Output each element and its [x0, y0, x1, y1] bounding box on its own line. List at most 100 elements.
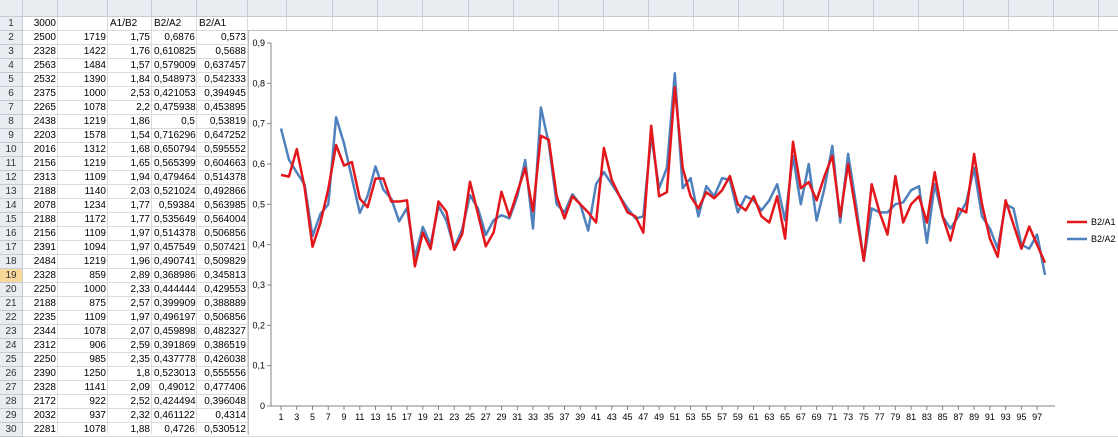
- data-cell[interactable]: 0,437778: [152, 353, 197, 367]
- data-cell[interactable]: 0,396048: [197, 395, 248, 409]
- data-cell[interactable]: 0,610825: [152, 45, 197, 59]
- data-cell[interactable]: 1219: [58, 157, 108, 171]
- row-header[interactable]: 28: [0, 395, 23, 409]
- data-cell[interactable]: 1,97: [108, 311, 152, 325]
- data-cell[interactable]: 1109: [58, 311, 108, 325]
- data-cell[interactable]: 1219: [58, 255, 108, 269]
- column-header-y[interactable]: [1099, 0, 1118, 17]
- data-cell[interactable]: 0,457549: [152, 241, 197, 255]
- data-cell[interactable]: 2,33: [108, 283, 152, 297]
- data-cell[interactable]: 1,54: [108, 129, 152, 143]
- data-cell[interactable]: 0,555556: [197, 367, 248, 381]
- data-cell[interactable]: 2016: [23, 143, 58, 157]
- row-header[interactable]: 25: [0, 353, 23, 367]
- data-cell[interactable]: 0,429553: [197, 283, 248, 297]
- header-cell[interactable]: B2/A1: [197, 17, 248, 31]
- data-cell[interactable]: 2532: [23, 73, 58, 87]
- data-cell[interactable]: 1,76: [108, 45, 152, 59]
- column-header-m[interactable]: [559, 0, 604, 17]
- data-cell[interactable]: 1,8: [108, 367, 152, 381]
- row-header[interactable]: 6: [0, 87, 23, 101]
- data-cell[interactable]: 0,542333: [197, 73, 248, 87]
- data-cell[interactable]: 0,4314: [197, 409, 248, 423]
- row-header[interactable]: 13: [0, 185, 23, 199]
- row-header[interactable]: 21: [0, 297, 23, 311]
- data-cell[interactable]: 0,59384: [152, 199, 197, 213]
- row-header[interactable]: 12: [0, 171, 23, 185]
- column-header-n[interactable]: [604, 0, 649, 17]
- data-cell[interactable]: 2328: [23, 381, 58, 395]
- data-cell[interactable]: 0,506856: [197, 227, 248, 241]
- data-cell[interactable]: 1000: [58, 87, 108, 101]
- data-cell[interactable]: 906: [58, 339, 108, 353]
- data-cell[interactable]: 0,386519: [197, 339, 248, 353]
- data-cell[interactable]: 0,496197: [152, 311, 197, 325]
- data-cell[interactable]: 1094: [58, 241, 108, 255]
- data-cell[interactable]: 2265: [23, 101, 58, 115]
- column-header-r[interactable]: [784, 0, 829, 17]
- line-chart[interactable]: 0 0,1 0,2 0,3 0,4 0,5 0,6 0,7 0,8 0,9 1 3 5 7 9 11 13 15 1…: [248, 30, 1118, 435]
- data-cell[interactable]: 1,84: [108, 73, 152, 87]
- data-cell[interactable]: 1141: [58, 381, 108, 395]
- data-cell[interactable]: 1109: [58, 171, 108, 185]
- data-cell[interactable]: 0,650794: [152, 143, 197, 157]
- data-cell[interactable]: 2203: [23, 129, 58, 143]
- data-cell[interactable]: 0,564004: [197, 213, 248, 227]
- data-cell[interactable]: 3000: [23, 17, 58, 31]
- data-cell[interactable]: 0,391869: [152, 339, 197, 353]
- column-header-l[interactable]: [514, 0, 559, 17]
- data-cell[interactable]: 2328: [23, 269, 58, 283]
- row-header[interactable]: 11: [0, 157, 23, 171]
- data-cell[interactable]: 2,35: [108, 353, 152, 367]
- column-header-e[interactable]: [197, 0, 248, 17]
- data-cell[interactable]: 1719: [58, 31, 108, 45]
- data-cell[interactable]: 0,579009: [152, 59, 197, 73]
- data-cell[interactable]: 0,399909: [152, 297, 197, 311]
- data-cell[interactable]: 0,394945: [197, 87, 248, 101]
- data-cell[interactable]: 937: [58, 409, 108, 423]
- data-cell[interactable]: 1,77: [108, 199, 152, 213]
- data-cell[interactable]: 2,03: [108, 185, 152, 199]
- data-cell[interactable]: 2563: [23, 59, 58, 73]
- data-cell[interactable]: 0,5688: [197, 45, 248, 59]
- data-cell[interactable]: 2281: [23, 423, 58, 437]
- data-cell[interactable]: 0,444444: [152, 283, 197, 297]
- data-cell[interactable]: 2250: [23, 353, 58, 367]
- column-header-v[interactable]: [964, 0, 1009, 17]
- data-cell[interactable]: 2312: [23, 339, 58, 353]
- data-cell[interactable]: 2,89: [108, 269, 152, 283]
- data-cell[interactable]: 875: [58, 297, 108, 311]
- data-cell[interactable]: 0,6876: [152, 31, 197, 45]
- data-cell[interactable]: 1250: [58, 367, 108, 381]
- data-cell[interactable]: 0,461122: [152, 409, 197, 423]
- data-cell[interactable]: 0,490741: [152, 255, 197, 269]
- row-header[interactable]: 5: [0, 73, 23, 87]
- header-cell[interactable]: A1/B2: [108, 17, 152, 31]
- column-header-d[interactable]: [152, 0, 197, 17]
- data-cell[interactable]: 2,59: [108, 339, 152, 353]
- column-header-a[interactable]: [23, 0, 58, 17]
- data-cell[interactable]: 2390: [23, 367, 58, 381]
- data-cell[interactable]: 2,09: [108, 381, 152, 395]
- data-cell[interactable]: 2156: [23, 227, 58, 241]
- data-cell[interactable]: 1,86: [108, 115, 152, 129]
- data-cell[interactable]: 0,573: [197, 31, 248, 45]
- data-cell[interactable]: 2188: [23, 297, 58, 311]
- row-header[interactable]: 27: [0, 381, 23, 395]
- data-cell[interactable]: 0,563985: [197, 199, 248, 213]
- data-cell[interactable]: 2,07: [108, 325, 152, 339]
- data-cell[interactable]: 0,637457: [197, 59, 248, 73]
- data-cell[interactable]: 0,507421: [197, 241, 248, 255]
- data-cell[interactable]: 0,388889: [197, 297, 248, 311]
- data-cell[interactable]: 0,424494: [152, 395, 197, 409]
- data-cell[interactable]: 0,345813: [197, 269, 248, 283]
- column-header-b[interactable]: [58, 0, 108, 17]
- row-header[interactable]: 19: [0, 269, 23, 283]
- data-cell[interactable]: 1,77: [108, 213, 152, 227]
- column-header-w[interactable]: [1009, 0, 1054, 17]
- data-cell[interactable]: 2500: [23, 31, 58, 45]
- data-cell[interactable]: 1484: [58, 59, 108, 73]
- column-header-k[interactable]: [469, 0, 514, 17]
- data-cell[interactable]: 0,4726: [152, 423, 197, 437]
- data-cell[interactable]: 0,477406: [197, 381, 248, 395]
